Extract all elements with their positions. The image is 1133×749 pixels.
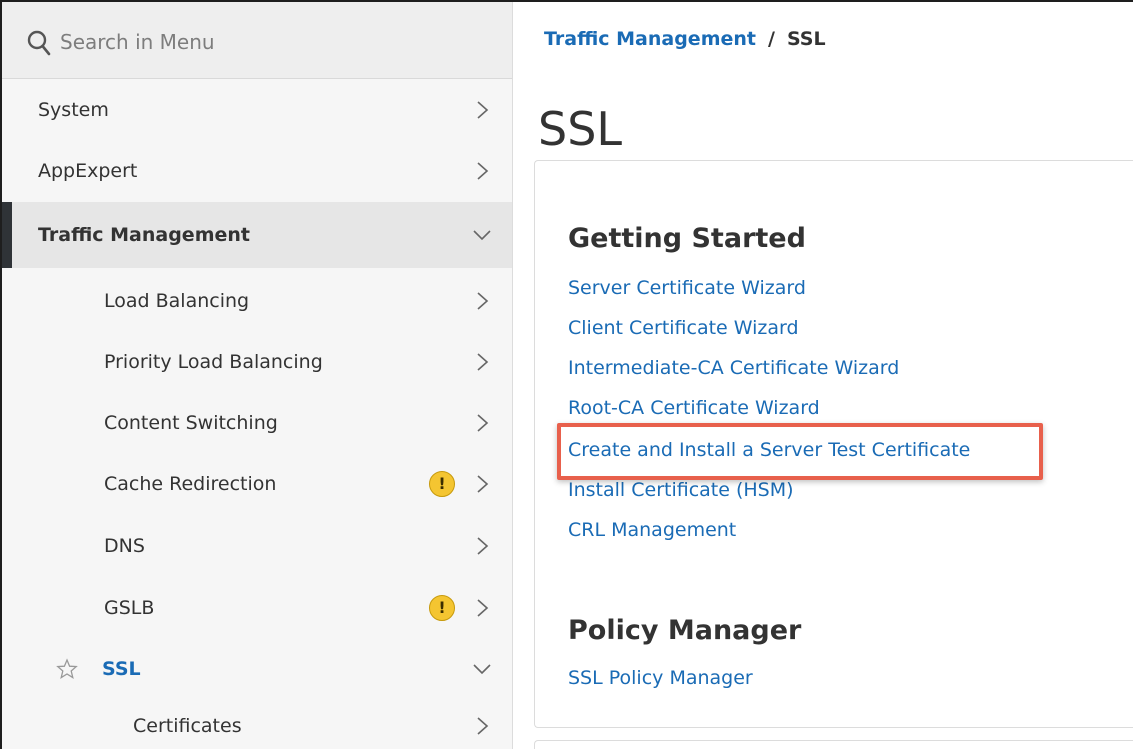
star-icon[interactable]: [56, 658, 78, 680]
warning-icon[interactable]: !: [429, 471, 455, 497]
chevron-right-icon: [477, 162, 489, 180]
chevron-down-icon: [473, 230, 491, 241]
next-card: [534, 740, 1133, 749]
sidebar-item-label: DNS: [104, 535, 145, 557]
getting-started-card: Getting Started Server Certificate Wizar…: [534, 160, 1133, 728]
sidebar-item-label: AppExpert: [38, 160, 138, 182]
chevron-right-icon: [477, 717, 489, 735]
page-title: SSL: [538, 102, 623, 156]
policy-manager-title: Policy Manager: [568, 615, 802, 646]
chevron-right-icon: [477, 101, 489, 119]
chevron-down-icon: [473, 664, 491, 675]
sidebar-item-dns[interactable]: DNS: [2, 515, 512, 577]
sidebar-item-cache-redirection[interactable]: Cache Redirection !: [2, 453, 512, 515]
warning-badge-label: !: [438, 474, 446, 493]
install-certificate-hsm-link[interactable]: Install Certificate (HSM): [568, 479, 794, 501]
sidebar-item-content-switching[interactable]: Content Switching: [2, 392, 512, 454]
getting-started-title: Getting Started: [568, 223, 806, 254]
warning-icon[interactable]: !: [429, 595, 455, 621]
root-ca-certificate-wizard-link[interactable]: Root-CA Certificate Wizard: [568, 397, 820, 419]
breadcrumb-link-traffic-management[interactable]: Traffic Management: [544, 28, 756, 50]
crl-management-link[interactable]: CRL Management: [568, 519, 736, 541]
sidebar-item-label: GSLB: [104, 597, 155, 619]
sidebar-item-label: SSL: [102, 658, 141, 680]
main-content: Traffic Management / SSL SSL Getting Start…: [514, 2, 1133, 749]
chevron-right-icon: [477, 475, 489, 493]
sidebar-item-system[interactable]: System: [2, 79, 512, 141]
sidebar-item-label: Content Switching: [104, 412, 278, 434]
breadcrumb: Traffic Management / SSL: [544, 28, 826, 50]
sidebar-item-appexpert[interactable]: AppExpert: [2, 140, 512, 202]
sidebar-item-label: Load Balancing: [104, 290, 250, 312]
sidebar-item-label: Certificates: [133, 715, 242, 737]
server-certificate-wizard-link[interactable]: Server Certificate Wizard: [568, 277, 806, 299]
intermediate-ca-certificate-wizard-link[interactable]: Intermediate-CA Certificate Wizard: [568, 357, 899, 379]
search-bar: [2, 2, 512, 79]
sidebar-item-ssl[interactable]: SSL: [2, 638, 512, 700]
search-input[interactable]: [60, 24, 480, 60]
sidebar-item-label: Cache Redirection: [104, 473, 277, 495]
sidebar-item-certificates[interactable]: Certificates: [2, 695, 512, 749]
highlight-box: [557, 423, 1043, 480]
chevron-right-icon: [477, 292, 489, 310]
sidebar-item-traffic-management[interactable]: Traffic Management: [2, 202, 512, 268]
breadcrumb-separator: /: [768, 28, 775, 50]
breadcrumb-current: SSL: [786, 28, 826, 50]
active-indicator: [2, 202, 12, 268]
chevron-right-icon: [477, 599, 489, 617]
sidebar-item-gslb[interactable]: GSLB !: [2, 577, 512, 639]
ssl-policy-manager-link[interactable]: SSL Policy Manager: [568, 667, 753, 689]
chevron-right-icon: [477, 414, 489, 432]
chevron-right-icon: [477, 353, 489, 371]
sidebar-menu: System AppExpert Traffic Management Load…: [2, 2, 513, 749]
sidebar-item-label: System: [38, 99, 109, 121]
chevron-right-icon: [477, 537, 489, 555]
client-certificate-wizard-link[interactable]: Client Certificate Wizard: [568, 317, 799, 339]
sidebar-item-priority-load-balancing[interactable]: Priority Load Balancing: [2, 331, 512, 393]
search-icon[interactable]: [27, 30, 51, 56]
sidebar-item-label: Priority Load Balancing: [104, 351, 323, 373]
sidebar-item-label: Traffic Management: [38, 224, 250, 246]
sidebar-item-load-balancing[interactable]: Load Balancing: [2, 270, 512, 332]
warning-badge-label: !: [438, 598, 446, 617]
